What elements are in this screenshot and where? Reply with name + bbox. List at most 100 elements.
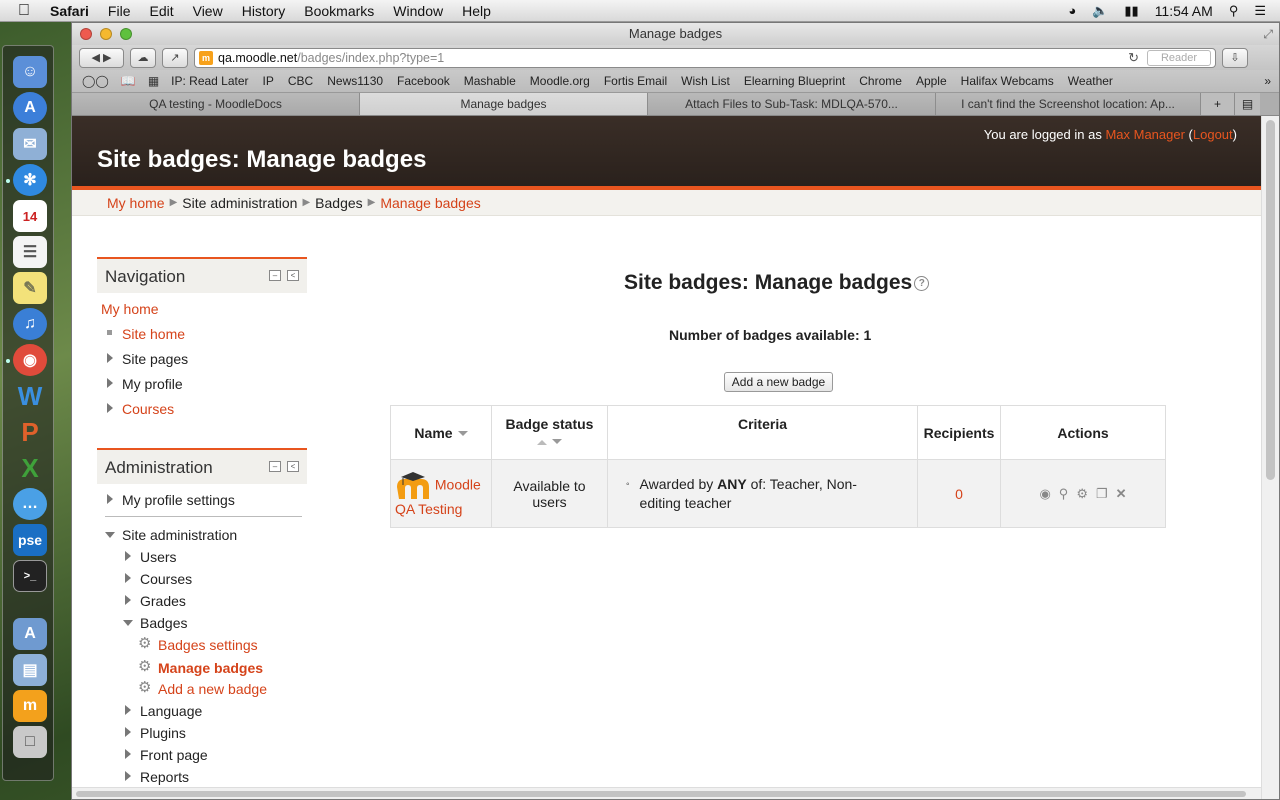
- expand-arrow-icon[interactable]: [125, 573, 131, 583]
- award-trophy-icon[interactable]: ⚲: [1059, 486, 1069, 502]
- admin-badges[interactable]: Badges: [140, 615, 187, 631]
- trash-icon[interactable]: □: [13, 726, 47, 758]
- admin-my-profile-settings[interactable]: My profile settings: [122, 492, 235, 508]
- expand-arrow-icon[interactable]: [125, 551, 131, 561]
- excel-icon[interactable]: X: [13, 452, 47, 484]
- breadcrumb-manage-badges[interactable]: Manage badges: [380, 195, 480, 211]
- notification-center-icon[interactable]: ☰: [1254, 3, 1266, 19]
- vertical-scroll-thumb[interactable]: [1266, 120, 1275, 480]
- menu-app[interactable]: Safari: [50, 3, 89, 19]
- add-new-badge-button[interactable]: Add a new badge: [724, 372, 833, 392]
- badge-name-link[interactable]: Moodle: [435, 476, 481, 492]
- share-icon[interactable]: ↗: [162, 47, 188, 68]
- admin-plugins[interactable]: Plugins: [140, 725, 186, 741]
- photoshop-elements-icon[interactable]: pse: [13, 524, 47, 556]
- tab-manage-badges[interactable]: Manage badges: [360, 93, 648, 115]
- admin-users[interactable]: Users: [140, 549, 177, 565]
- admin-add-new-badge[interactable]: Add a new badge: [158, 681, 267, 697]
- bookmark-item[interactable]: IP: Read Later: [171, 74, 248, 88]
- volume-icon[interactable]: 🔈: [1092, 3, 1108, 19]
- spotlight-search-icon[interactable]: ⚲: [1229, 3, 1239, 19]
- bookmark-item[interactable]: News1130: [327, 74, 383, 88]
- menu-window[interactable]: Window: [393, 3, 443, 19]
- wifi-icon[interactable]: ◕: [1068, 3, 1076, 18]
- moodle-icon[interactable]: m: [13, 690, 47, 722]
- menu-view[interactable]: View: [193, 3, 223, 19]
- nav-site-pages[interactable]: Site pages: [122, 351, 188, 367]
- nav-courses[interactable]: Courses: [122, 401, 174, 417]
- close-window-button[interactable]: [80, 28, 92, 40]
- badge-name-link-line2[interactable]: QA Testing: [395, 501, 462, 517]
- app-store-icon[interactable]: A: [13, 92, 47, 124]
- admin-reports[interactable]: Reports: [140, 769, 189, 785]
- calendar-icon[interactable]: 14: [13, 200, 47, 232]
- bookmark-item[interactable]: Mashable: [464, 74, 516, 88]
- reminders-icon[interactable]: ☰: [13, 236, 47, 268]
- dock-block-icon[interactable]: <: [287, 461, 299, 472]
- bookmarks-icon[interactable]: 📖: [121, 74, 136, 88]
- mail-icon[interactable]: ✉: [13, 128, 47, 160]
- tab-screenshot-location[interactable]: I can't find the Screenshot location: Ap…: [936, 93, 1201, 115]
- admin-language[interactable]: Language: [140, 703, 202, 719]
- admin-site-administration[interactable]: Site administration: [122, 527, 237, 543]
- address-bar[interactable]: m qa.moodle.net/badges/index.php?type=1 …: [194, 47, 1216, 68]
- icloud-tabs-icon[interactable]: ☁: [130, 47, 156, 68]
- bookmark-item[interactable]: Elearning Blueprint: [744, 74, 845, 88]
- help-icon[interactable]: ?: [914, 275, 930, 291]
- collapse-block-icon[interactable]: –: [269, 270, 281, 281]
- menu-edit[interactable]: Edit: [149, 3, 173, 19]
- applications-folder-icon[interactable]: A: [13, 618, 47, 650]
- expand-arrow-icon[interactable]: [107, 353, 113, 363]
- bookmark-item[interactable]: Wish List: [681, 74, 730, 88]
- nav-my-profile[interactable]: My profile: [122, 376, 183, 392]
- more-bookmarks-icon[interactable]: »: [1264, 74, 1271, 88]
- expand-arrow-icon[interactable]: [125, 749, 131, 759]
- vertical-scrollbar[interactable]: [1261, 116, 1279, 799]
- menu-file[interactable]: File: [108, 3, 131, 19]
- expand-arrow-icon[interactable]: [125, 595, 131, 605]
- safari-icon[interactable]: ✻: [13, 164, 47, 196]
- collapse-arrow-icon[interactable]: [105, 532, 115, 538]
- admin-front-page[interactable]: Front page: [140, 747, 208, 763]
- nav-my-home[interactable]: My home: [101, 301, 159, 317]
- bookmark-item[interactable]: Facebook: [397, 74, 450, 88]
- expand-arrow-icon[interactable]: [125, 771, 131, 781]
- tab-qa-testing[interactable]: QA testing - MoodleDocs: [72, 93, 360, 115]
- expand-arrow-icon[interactable]: [107, 403, 113, 413]
- nav-site-home[interactable]: Site home: [122, 326, 185, 342]
- terminal-icon[interactable]: >_: [13, 560, 47, 592]
- user-link[interactable]: Max Manager: [1105, 127, 1184, 142]
- column-name[interactable]: Name: [390, 405, 492, 460]
- collapse-arrow-icon[interactable]: [123, 620, 133, 626]
- finder-icon[interactable]: ☺: [13, 56, 47, 88]
- expand-arrow-icon[interactable]: [107, 378, 113, 388]
- expand-arrow-icon[interactable]: [125, 705, 131, 715]
- reload-icon[interactable]: ↻: [1128, 50, 1139, 66]
- admin-courses[interactable]: Courses: [140, 571, 192, 587]
- recipients-count-link[interactable]: 0: [955, 486, 963, 502]
- documents-folder-icon[interactable]: ▤: [13, 654, 47, 686]
- menubar-clock[interactable]: 11:54 AM: [1155, 3, 1213, 19]
- reader-button[interactable]: Reader: [1147, 49, 1211, 66]
- dock-block-icon[interactable]: <: [287, 270, 299, 281]
- fullscreen-icon[interactable]: ⤢: [1263, 23, 1273, 45]
- admin-grades[interactable]: Grades: [140, 593, 186, 609]
- tab-attach-files[interactable]: Attach Files to Sub-Task: MDLQA-570...: [648, 93, 936, 115]
- itunes-icon[interactable]: ♫: [13, 308, 47, 340]
- minimize-window-button[interactable]: [100, 28, 112, 40]
- expand-arrow-icon[interactable]: [107, 494, 113, 504]
- battery-icon[interactable]: ▮▮: [1124, 3, 1138, 19]
- zoom-window-button[interactable]: [120, 28, 132, 40]
- word-icon[interactable]: W: [13, 380, 47, 412]
- bookmark-item[interactable]: Chrome: [859, 74, 902, 88]
- bookmark-item[interactable]: CBC: [288, 74, 313, 88]
- bookmark-item[interactable]: IP: [263, 74, 274, 88]
- reading-list-icon[interactable]: ◯◯: [82, 74, 109, 88]
- apple-menu-icon[interactable]: : [18, 2, 36, 20]
- column-badge-status[interactable]: Badge status: [491, 405, 608, 460]
- settings-gear-icon[interactable]: ⚙: [1076, 486, 1088, 502]
- delete-icon[interactable]: ✕: [1116, 486, 1127, 502]
- bookmark-item[interactable]: Apple: [916, 74, 947, 88]
- downloads-icon[interactable]: ⇩: [1222, 47, 1248, 68]
- view-eye-icon[interactable]: ◉: [1039, 486, 1050, 502]
